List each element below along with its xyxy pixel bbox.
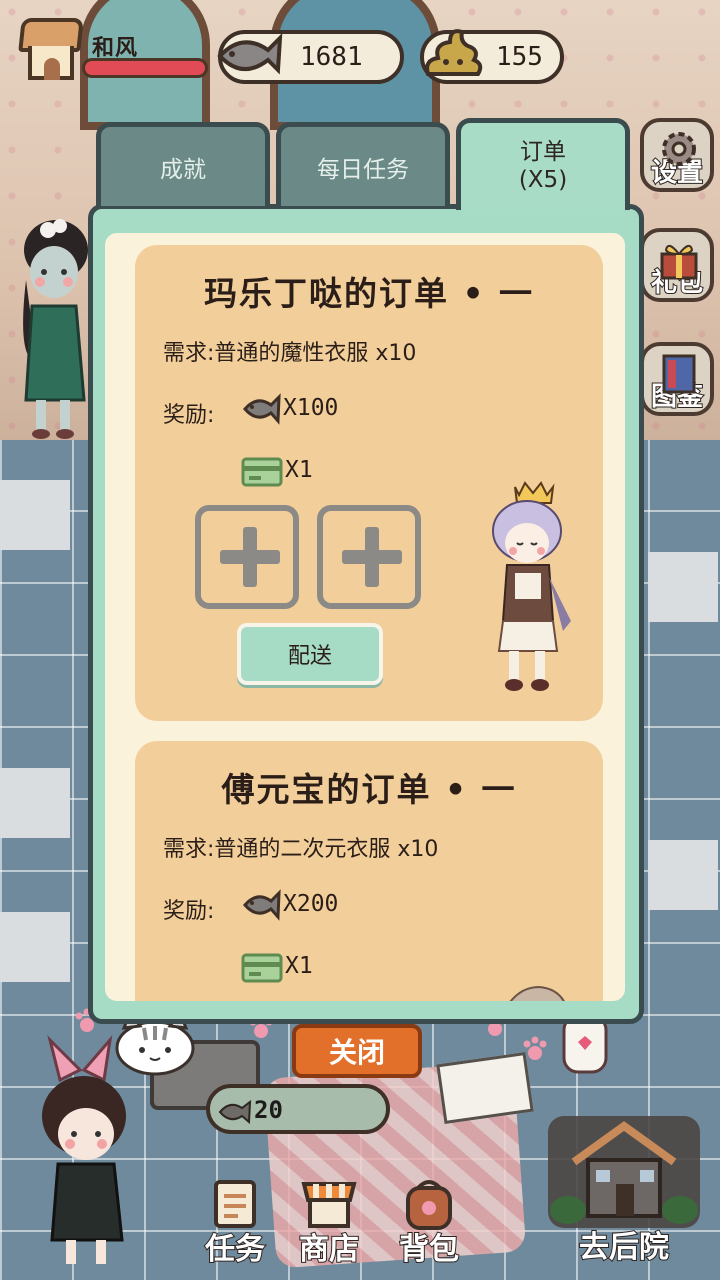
fish-counter-value: 20	[254, 1096, 283, 1124]
shop-button[interactable]: 商店	[288, 1176, 370, 1268]
book-icon	[662, 354, 696, 394]
order-title: 傅元宝的订单 • 一	[221, 770, 517, 809]
reward-ticket-value: X1	[285, 953, 313, 979]
reward-fish-value: X200	[283, 891, 339, 917]
shop-label: 商店	[298, 1231, 360, 1268]
tasks-label: 任务	[204, 1231, 266, 1268]
gear-icon	[662, 132, 696, 166]
tab-achievements[interactable]: 成就	[96, 122, 270, 206]
fish-currency-value: 1681	[300, 42, 363, 72]
add-clothing-slot[interactable]	[317, 505, 421, 609]
order-card: 傅元宝的订单 • 一 需求:普通的二次元衣服 x10 奖励: X200 X1	[135, 741, 603, 1001]
tab-orders[interactable]: 订单 (X5)	[456, 118, 630, 210]
poop-icon	[425, 29, 483, 76]
reward-fish-value: X100	[283, 395, 339, 421]
tab-daily-tasks[interactable]: 每日任务	[276, 122, 450, 206]
order-card: 玛乐丁哒的订单 • 一 需求:普通的魔性衣服 x10 奖励: X100 X1 配…	[135, 245, 603, 721]
tasks-button[interactable]: 任务	[194, 1176, 276, 1268]
bag-button[interactable]: 背包	[388, 1176, 470, 1268]
reward-label: 奖励:	[163, 899, 215, 924]
paw-print-icon	[523, 1036, 547, 1060]
catalog-button[interactable]: 图鉴	[640, 342, 714, 416]
customer-prince	[492, 481, 571, 691]
fish-counter: 20	[206, 1084, 390, 1134]
floor-tile	[0, 768, 70, 838]
order-panel: 玛乐丁哒的订单 • 一 需求:普通的魔性衣服 x10 奖励: X100 X1 配…	[88, 204, 644, 1024]
health-bar-fill	[85, 61, 205, 75]
health-bar	[82, 58, 208, 78]
backyard-label: 去后院	[578, 1229, 670, 1266]
floor-tile	[648, 840, 718, 910]
fish-icon	[243, 393, 281, 425]
bag-label: 背包	[398, 1231, 460, 1268]
floor-tile	[648, 552, 718, 622]
fish-icon	[243, 889, 281, 921]
home-icon[interactable]	[16, 14, 86, 84]
close-button[interactable]: 关闭	[292, 1024, 422, 1078]
order-requirement: 需求:普通的魔性衣服 x10	[163, 341, 417, 366]
gift-icon	[660, 244, 698, 280]
customer-hair	[509, 985, 565, 1001]
order-requirement: 需求:普通的二次元衣服 x10	[163, 837, 439, 862]
reward-label: 奖励:	[163, 403, 215, 428]
order-list[interactable]: 玛乐丁哒的订单 • 一 需求:普通的魔性衣服 x10 奖励: X100 X1 配…	[105, 233, 625, 1001]
fish-icon	[217, 32, 283, 75]
fish-icon	[218, 1099, 252, 1124]
settings-button[interactable]: 设置	[640, 118, 714, 192]
backyard-button[interactable]: 去后院	[536, 1110, 712, 1270]
order-title: 玛乐丁哒的订单 • 一	[203, 274, 535, 313]
ticket-icon	[241, 953, 283, 983]
ticket-icon	[241, 457, 283, 487]
floor-tile	[0, 480, 70, 550]
poop-currency-value: 155	[496, 42, 543, 72]
house-icon	[548, 1116, 700, 1228]
gift-button[interactable]: 礼包	[640, 228, 714, 302]
npc-green-dress[interactable]	[8, 210, 98, 450]
deliver-button[interactable]: 配送	[237, 623, 383, 685]
tab-orders-label: 订单 (X5)	[518, 138, 568, 193]
add-clothing-slot[interactable]	[195, 505, 299, 609]
floor-tile	[0, 912, 70, 982]
reward-ticket-value: X1	[285, 457, 313, 483]
